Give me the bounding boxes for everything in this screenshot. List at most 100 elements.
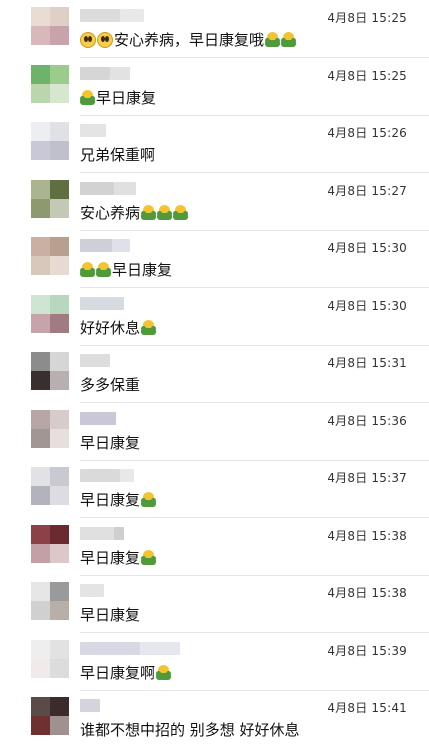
blurred-username[interactable] [80, 239, 112, 252]
comment-row[interactable]: 4月8日 15:38 早日康复 [0, 575, 429, 633]
comment-row[interactable]: 4月8日 15:26 兄弟保重啊 [0, 115, 429, 173]
avatar[interactable] [31, 7, 69, 45]
comment-text-segment: 多多保重 [80, 376, 141, 394]
avatar-mosaic-tile [31, 199, 50, 218]
comment-text-segment: 好好休息 [80, 319, 141, 337]
avatar[interactable] [31, 65, 69, 103]
comment-text-segment: 早日康复 [80, 606, 141, 624]
comment-text: 安心养病 [80, 202, 189, 223]
fist-salute-emoji-icon [157, 205, 173, 220]
comment-row[interactable]: 4月8日 15:27 安心养病 [0, 173, 429, 231]
comment-text: 早日康复 [80, 87, 156, 108]
avatar-mosaic-tile [50, 640, 69, 659]
fist-salute-emoji-icon [265, 32, 281, 47]
avatar-mosaic-tile [50, 410, 69, 429]
blurred-username[interactable] [120, 9, 144, 22]
blurred-username[interactable] [120, 469, 134, 482]
blurred-username[interactable] [80, 354, 110, 367]
avatar-mosaic-tile [31, 429, 50, 448]
avatar-mosaic-tile [31, 180, 50, 199]
comment-text: 早日康复啊 [80, 662, 172, 683]
fist-salute-emoji-icon [141, 492, 157, 507]
avatar[interactable] [31, 122, 69, 160]
avatar[interactable] [31, 697, 69, 735]
avatar-mosaic-tile [50, 601, 69, 620]
blurred-username[interactable] [80, 527, 114, 540]
avatar-mosaic-tile [50, 697, 69, 716]
blurred-username[interactable] [80, 182, 114, 195]
avatar-mosaic-tile [31, 410, 50, 429]
avatar[interactable] [31, 525, 69, 563]
avatar-mosaic-tile [31, 141, 50, 160]
blurred-username[interactable] [80, 412, 116, 425]
comment-text: 早日康复 [80, 547, 157, 568]
avatar-mosaic-tile [50, 371, 69, 390]
comment-text: 多多保重 [80, 374, 140, 395]
comment-row[interactable]: 4月8日 15:25 安心养病，早日康复哦 [0, 0, 429, 58]
avatar-mosaic-tile [31, 716, 50, 735]
fist-salute-emoji-icon [80, 262, 95, 277]
comment-timestamp: 4月8日 15:27 [327, 184, 407, 198]
comment-text-segment: 兄弟保重啊 [80, 146, 156, 164]
comment-text-segment: 早日康复 [112, 261, 173, 279]
comment-text-segment: 早日康复啊 [80, 664, 156, 682]
avatar-mosaic-tile [31, 582, 50, 601]
smiling-face-emoji-icon [97, 31, 113, 48]
avatar[interactable] [31, 295, 69, 333]
comment-text-segment: 安心养病，早日康复哦 [114, 31, 265, 49]
comment-timestamp: 4月8日 15:25 [327, 11, 407, 25]
avatar[interactable] [31, 640, 69, 678]
avatar-mosaic-tile [50, 256, 69, 275]
blurred-username[interactable] [114, 182, 136, 195]
avatar-mosaic-tile [31, 237, 50, 256]
avatar-mosaic-tile [31, 525, 50, 544]
blurred-username[interactable] [114, 527, 124, 540]
comment-text: 谁都不想中招的 别多想 好好休息 [80, 719, 300, 740]
comment-text-segment: 早日康复 [80, 549, 141, 567]
avatar-mosaic-tile [31, 84, 50, 103]
comment-text-segment: 早日康复 [80, 434, 141, 452]
blurred-username[interactable] [80, 67, 110, 80]
blurred-username[interactable] [80, 124, 106, 137]
blurred-username[interactable] [80, 9, 120, 22]
avatar-mosaic-tile [50, 84, 69, 103]
blurred-username[interactable] [80, 469, 120, 482]
comment-feed: 4月8日 15:25 安心养病，早日康复哦 4月8日 15:25 早日康复 4月8日 1… [0, 0, 429, 753]
avatar[interactable] [31, 180, 69, 218]
avatar[interactable] [31, 582, 69, 620]
avatar-mosaic-tile [31, 371, 50, 390]
fist-salute-emoji-icon [281, 32, 297, 47]
comment-row[interactable]: 4月8日 15:25 早日康复 [0, 58, 429, 116]
blurred-username[interactable] [112, 239, 130, 252]
avatar-mosaic-tile [50, 467, 69, 486]
comment-timestamp: 4月8日 15:38 [327, 529, 407, 543]
avatar-mosaic-tile [50, 582, 69, 601]
comment-row[interactable]: 4月8日 15:30 早日康复 [0, 230, 429, 288]
blurred-username[interactable] [140, 642, 180, 655]
comment-row[interactable]: 4月8日 15:37 早日康复 [0, 460, 429, 518]
blurred-username[interactable] [80, 642, 140, 655]
blurred-username[interactable] [80, 297, 124, 310]
avatar[interactable] [31, 237, 69, 275]
comment-row[interactable]: 4月8日 15:31 多多保重 [0, 345, 429, 403]
comment-row[interactable]: 4月8日 15:41 谁都不想中招的 别多想 好好休息 [0, 690, 429, 748]
blurred-username[interactable] [80, 699, 100, 712]
avatar[interactable] [31, 410, 69, 448]
avatar-mosaic-tile [31, 26, 50, 45]
comment-text: 安心养病，早日康复哦 [80, 29, 297, 50]
comment-row[interactable]: 4月8日 15:39 早日康复啊 [0, 633, 429, 691]
comment-timestamp: 4月8日 15:30 [327, 241, 407, 255]
blurred-username[interactable] [110, 67, 130, 80]
blurred-username[interactable] [80, 584, 104, 597]
comment-row[interactable]: 4月8日 15:36 早日康复 [0, 403, 429, 461]
avatar[interactable] [31, 352, 69, 390]
comment-row[interactable]: 4月8日 15:38 早日康复 [0, 518, 429, 576]
comment-timestamp: 4月8日 15:25 [327, 69, 407, 83]
avatar[interactable] [31, 467, 69, 505]
comment-text-segment: 早日康复 [96, 89, 157, 107]
avatar-mosaic-tile [31, 486, 50, 505]
comment-row[interactable]: 4月8日 15:30 好好休息 [0, 288, 429, 346]
avatar-mosaic-tile [50, 237, 69, 256]
avatar-mosaic-tile [50, 352, 69, 371]
avatar-mosaic-tile [50, 486, 69, 505]
